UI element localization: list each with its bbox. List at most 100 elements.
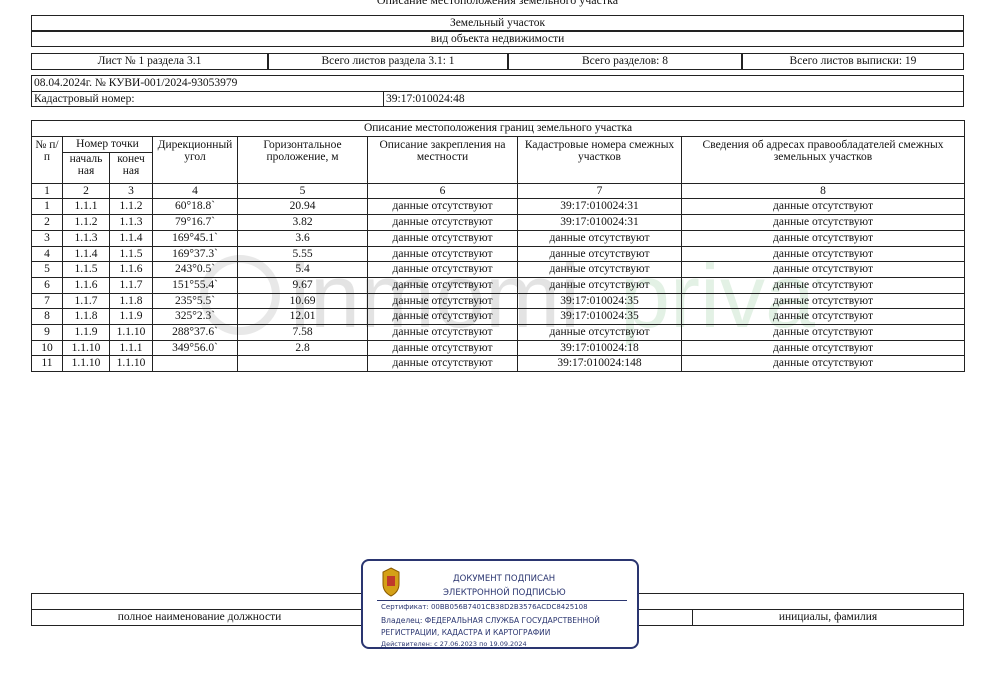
start-point: 1.1.8 (62, 308, 110, 326)
distance: 5.55 (237, 245, 368, 263)
column-number: 7 (517, 182, 682, 200)
start-point: 1.1.9 (62, 324, 110, 341)
direction-angle: 288°37.6` (152, 324, 238, 341)
boundary-table: Описание местоположения границ земельног… (30, 120, 966, 373)
adjacent-cadastral: 39:17:010024:31 (517, 198, 682, 216)
table-row: 4 1.1.4 1.1.5 169°37.3` 5.55 данные отсутству… (31, 245, 966, 263)
adjacent-cadastral: 39:17:010024:35 (517, 292, 682, 310)
end-point: 1.1.8 (109, 292, 153, 310)
direction-angle: 325°2.3` (152, 308, 238, 326)
start-point: 1.1.5 (62, 261, 110, 278)
page-title: Описание местоположения земельного участ… (376, 0, 619, 7)
owner-address: данные отсутствуют (680, 214, 966, 231)
column-number: 2 (62, 182, 110, 200)
fixing-description: данные отсутствуют (367, 276, 518, 294)
name-label: инициалы, фамилия (778, 611, 878, 623)
header-distance: Горизонтальное проложение, м (237, 135, 368, 184)
end-point: 1.1.10 (109, 324, 153, 341)
start-point: 1.1.4 (62, 245, 110, 263)
direction-angle: 349°56.0` (152, 339, 238, 357)
adjacent-cadastral: 39:17:010024:31 (517, 214, 682, 231)
header-cadastral: Кадастровые номера смежных участков (517, 135, 682, 184)
header-addresses: Сведения об адресах правообладателей сме… (680, 135, 966, 184)
stamp-divider (377, 600, 627, 601)
table-row: 3 1.1.3 1.1.4 169°45.1` 3.6 данные отсутствую… (31, 229, 966, 247)
end-point: 1.1.3 (109, 214, 153, 231)
table-row: 2 1.1.2 1.1.3 79°16.7` 3.82 данные отсутствую… (31, 214, 966, 231)
row-number: 1 (31, 198, 63, 216)
header-end: конеч ная (109, 152, 153, 184)
fixing-description: данные отсутствуют (367, 355, 518, 373)
position-label: полное наименование должности (117, 611, 282, 623)
row-number: 9 (31, 324, 63, 341)
table-title: Описание местоположения границ земельног… (30, 120, 966, 137)
document-info: 08.04.2024г. № КУВИ-001/2024-93053979 Ка… (31, 75, 964, 107)
stamp-owner-1: Владелец: ФЕДЕРАЛЬНАЯ СЛУЖБА ГОСУДАРСТВЕ… (381, 616, 600, 625)
row-number: 10 (31, 339, 63, 357)
adjacent-cadastral: данные отсутствуют (517, 261, 682, 278)
start-point: 1.1.7 (62, 292, 110, 310)
row-number: 4 (31, 245, 63, 263)
row-number: 7 (31, 292, 63, 310)
owner-address: данные отсутствуют (680, 292, 966, 310)
direction-angle: 235°5.5` (152, 292, 238, 310)
owner-address: данные отсутствуют (680, 229, 966, 247)
adjacent-cadastral: 39:17:010024:35 (517, 308, 682, 326)
direction-angle (152, 355, 238, 373)
distance: 3.6 (237, 229, 368, 247)
header-direction: Дирекционный угол (152, 135, 238, 184)
start-point: 1.1.10 (62, 339, 110, 357)
distance: 20.94 (237, 198, 368, 216)
start-point: 1.1.3 (62, 229, 110, 247)
end-point: 1.1.10 (109, 355, 153, 373)
stamp-line2: ЭЛЕКТРОННОЙ ПОДПИСЬЮ (443, 588, 566, 598)
owner-address: данные отсутствуют (680, 276, 966, 294)
direction-angle: 243°0.5` (152, 261, 238, 278)
cadastral-label: Кадастровый номер: (34, 93, 135, 105)
fixing-description: данные отсутствуют (367, 261, 518, 278)
stamp-owner-2: РЕГИСТРАЦИИ, КАДАСТРА И КАРТОГРАФИИ (381, 628, 551, 637)
row-number: 6 (31, 276, 63, 294)
fixing-description: данные отсутствуют (367, 324, 518, 341)
column-number: 5 (237, 182, 368, 200)
owner-address: данные отсутствуют (680, 261, 966, 278)
direction-angle: 79°16.7` (152, 214, 238, 231)
adjacent-cadastral: 39:17:010024:148 (517, 355, 682, 373)
distance: 5.4 (237, 261, 368, 278)
header-point-number: Номер точки (62, 135, 153, 154)
object-caption: вид объекта недвижимости (31, 31, 964, 47)
owner-address: данные отсутствуют (680, 308, 966, 326)
row-number: 2 (31, 214, 63, 231)
adjacent-cadastral: данные отсутствуют (517, 276, 682, 294)
start-point: 1.1.6 (62, 276, 110, 294)
adjacent-cadastral: данные отсутствуют (517, 324, 682, 341)
owner-address: данные отсутствуют (680, 324, 966, 341)
column-number: 4 (152, 182, 238, 200)
end-point: 1.1.1 (109, 339, 153, 357)
distance: 3.82 (237, 214, 368, 231)
owner-address: данные отсутствуют (680, 355, 966, 373)
column-number: 6 (367, 182, 518, 200)
distance: 12.01 (237, 308, 368, 326)
header-fixing: Описание закрепления на местности (367, 135, 518, 184)
header-start: началь ная (62, 152, 110, 184)
table-row: 7 1.1.7 1.1.8 235°5.5` 10.69 данные отсутству… (31, 292, 966, 310)
divider (383, 92, 384, 107)
fixing-description: данные отсутствуют (367, 308, 518, 326)
divider (32, 91, 963, 92)
direction-angle: 60°18.8` (152, 198, 238, 216)
adjacent-cadastral: данные отсутствуют (517, 245, 682, 263)
distance (237, 355, 368, 373)
owner-address: данные отсутствуют (680, 245, 966, 263)
fixing-description: данные отсутствуют (367, 245, 518, 263)
sheets-total: Всего листов выписки: 19 (742, 53, 964, 70)
end-point: 1.1.9 (109, 308, 153, 326)
row-number: 8 (31, 308, 63, 326)
stamp-valid: Действителен: с 27.06.2023 по 19.09.2024 (381, 640, 527, 648)
start-point: 1.1.1 (62, 198, 110, 216)
direction-angle: 169°45.1` (152, 229, 238, 247)
sheets-in-section: Всего листов раздела 3.1: 1 (268, 53, 508, 70)
sheet-number: Лист № 1 раздела 3.1 (31, 53, 268, 70)
end-point: 1.1.4 (109, 229, 153, 247)
fixing-description: данные отсутствуют (367, 292, 518, 310)
